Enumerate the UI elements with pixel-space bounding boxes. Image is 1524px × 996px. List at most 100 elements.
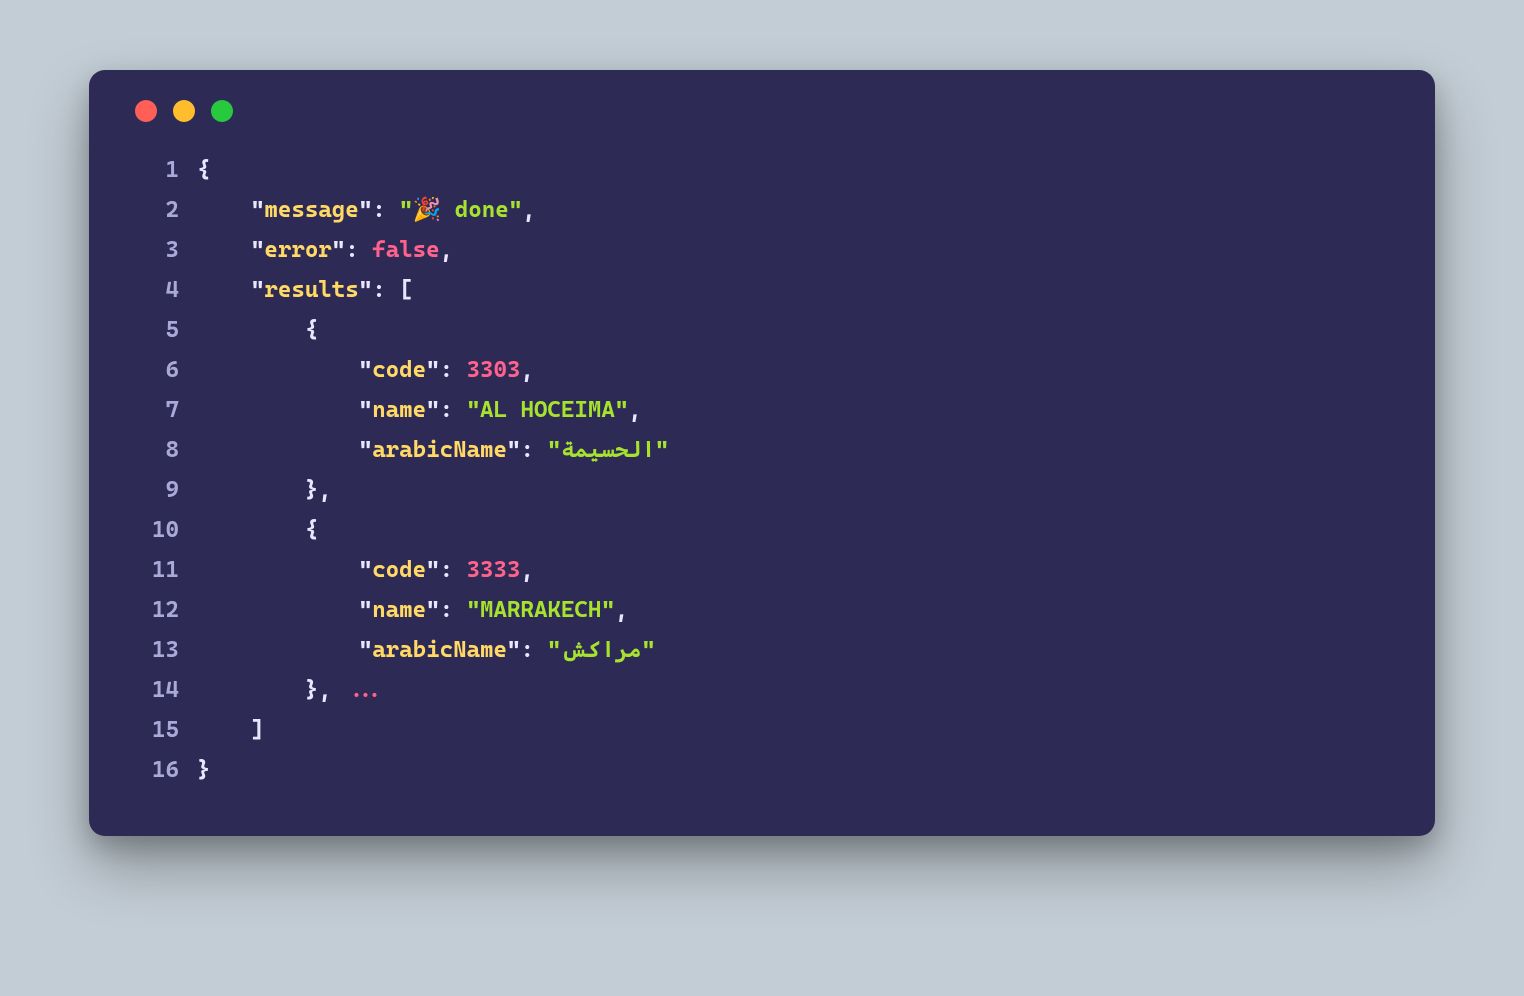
comma: , [628, 390, 641, 430]
line-number: 3 [135, 230, 179, 270]
line-number: 8 [135, 430, 179, 470]
colon: : [520, 430, 533, 470]
line-number: 4 [135, 270, 179, 310]
bracket-close: ] [251, 710, 264, 750]
ellipsis: ... [345, 670, 385, 710]
comma: , [520, 350, 533, 390]
quote: " [655, 430, 668, 470]
quote: " [359, 430, 372, 470]
code-line: 5 { [135, 310, 1389, 350]
code-line: 13 "arabicName": "مراكش" [135, 630, 1389, 670]
json-string: AL HOCEIMA [480, 390, 615, 430]
brace-close: } [305, 670, 318, 710]
quote: " [359, 550, 372, 590]
code-line: 6 "code": 3303, [135, 350, 1389, 390]
brace-close: } [197, 750, 210, 790]
colon: : [345, 230, 358, 270]
quote: " [359, 350, 372, 390]
code-line: 14 }, ... [135, 670, 1389, 710]
quote: " [426, 390, 439, 430]
comma: , [440, 230, 453, 270]
line-number: 10 [135, 510, 179, 550]
quote: " [467, 590, 480, 630]
json-string: مراكش [561, 630, 642, 670]
json-key: code [372, 550, 426, 590]
code-line: 10 { [135, 510, 1389, 550]
code-line: 8 "arabicName": "الحسيمة" [135, 430, 1389, 470]
quote: " [399, 190, 412, 230]
colon: : [440, 590, 453, 630]
colon: : [440, 390, 453, 430]
json-boolean: false [372, 230, 439, 270]
quote: " [547, 630, 560, 670]
line-number: 15 [135, 710, 179, 750]
line-number: 14 [135, 670, 179, 710]
quote: " [426, 550, 439, 590]
json-key: name [372, 590, 426, 630]
code-line: 16} [135, 750, 1389, 790]
json-string: 🎉 done [413, 190, 509, 230]
quote: " [507, 630, 520, 670]
colon: : [520, 630, 533, 670]
code-line: 9 }, [135, 470, 1389, 510]
line-number: 5 [135, 310, 179, 350]
quote: " [251, 230, 264, 270]
colon: : [372, 270, 385, 310]
json-key: message [264, 190, 358, 230]
json-key: error [264, 230, 331, 270]
brace-open: { [305, 510, 318, 550]
json-key: results [264, 270, 358, 310]
json-key: code [372, 350, 426, 390]
quote: " [251, 190, 264, 230]
colon: : [440, 550, 453, 590]
code-window: 1 { 2 "message": "🎉 done", 3 "error": fa… [89, 70, 1435, 836]
quote: " [642, 630, 655, 670]
code-line: 12 "name": "MARRAKECH", [135, 590, 1389, 630]
zoom-icon[interactable] [211, 100, 233, 122]
json-string: MARRAKECH [480, 590, 601, 630]
window-controls [135, 100, 1389, 122]
line-number: 11 [135, 550, 179, 590]
comma: , [615, 590, 628, 630]
json-number: 3333 [467, 550, 521, 590]
quote: " [547, 430, 560, 470]
quote: " [359, 390, 372, 430]
json-key: arabicName [372, 430, 507, 470]
line-number: 6 [135, 350, 179, 390]
bracket-open: [ [399, 270, 412, 310]
quote: " [359, 630, 372, 670]
line-number: 16 [135, 750, 179, 790]
brace-open: { [305, 310, 318, 350]
quote: " [251, 270, 264, 310]
stage: 1 { 2 "message": "🎉 done", 3 "error": fa… [0, 0, 1524, 996]
code-line: 7 "name": "AL HOCEIMA", [135, 390, 1389, 430]
json-string: الحسيمة [561, 430, 655, 470]
quote: " [359, 590, 372, 630]
line-number: 7 [135, 390, 179, 430]
code-line: 2 "message": "🎉 done", [135, 190, 1389, 230]
colon: : [440, 350, 453, 390]
comma: , [318, 670, 331, 710]
code-line: 3 "error": false, [135, 230, 1389, 270]
comma: , [522, 190, 535, 230]
quote: " [509, 190, 522, 230]
brace-close: } [305, 470, 318, 510]
quote: " [601, 590, 614, 630]
brace-open: { [197, 150, 210, 190]
line-number: 13 [135, 630, 179, 670]
quote: " [615, 390, 628, 430]
close-icon[interactable] [135, 100, 157, 122]
quote: " [426, 350, 439, 390]
quote: " [467, 390, 480, 430]
comma: , [318, 470, 331, 510]
line-number: 12 [135, 590, 179, 630]
code-line: 15 ] [135, 710, 1389, 750]
code-block: 1 { 2 "message": "🎉 done", 3 "error": fa… [135, 150, 1389, 790]
line-number: 1 [135, 150, 179, 190]
minimize-icon[interactable] [173, 100, 195, 122]
line-number: 2 [135, 190, 179, 230]
quote: " [426, 590, 439, 630]
colon: : [372, 190, 385, 230]
quote: " [359, 190, 372, 230]
code-line: 4 "results": [ [135, 270, 1389, 310]
